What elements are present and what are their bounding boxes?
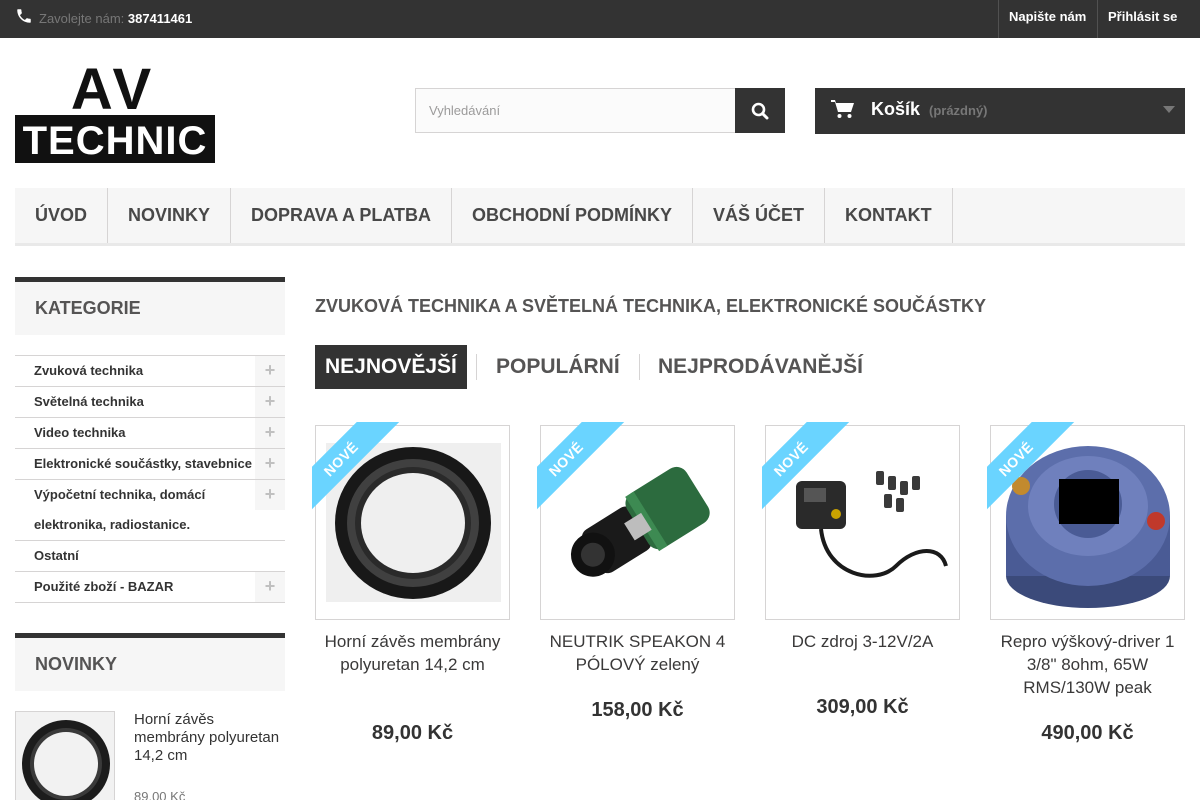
new-badge: NOVÉ: [537, 422, 627, 512]
product-name[interactable]: NEUTRIK SPEAKON 4 PÓLOVÝ zelený: [540, 630, 735, 676]
category-label: Ostatní: [34, 548, 79, 563]
category-label: Elektronické součástky, stavebnice: [34, 456, 252, 471]
category-item[interactable]: Ostatní: [15, 540, 285, 571]
new-badge-label: NOVÉ: [537, 422, 627, 512]
logo-line1: AV: [71, 59, 155, 122]
new-product-thumbnail[interactable]: [15, 711, 115, 800]
new-product-name[interactable]: Horní závěs membrány polyuretan 14,2 cm: [134, 711, 284, 765]
cart-button[interactable]: Košík (prázdný): [815, 88, 1185, 134]
new-badge: NOVÉ: [762, 422, 852, 512]
product-price: 309,00 Kč: [816, 696, 909, 718]
new-badge: NOVÉ: [987, 422, 1077, 512]
logo-graphic: AV TECHNIC: [15, 57, 215, 163]
login-link[interactable]: Přihlásit se: [1097, 0, 1185, 38]
new-product-item: Horní závěs membrány polyuretan 14,2 cm …: [15, 711, 285, 800]
contact-link[interactable]: Napište nám: [998, 0, 1094, 38]
tab-popular[interactable]: POPULÁRNÍ: [486, 345, 630, 389]
plus-icon[interactable]: +: [255, 480, 285, 510]
product-name[interactable]: Repro výškový-driver 1 3/8" 8ohm, 65W RM…: [990, 630, 1185, 699]
call-us-text: Zavolejte nám: 387411461: [39, 11, 192, 26]
new-badge-label: NOVÉ: [312, 422, 402, 512]
menu-item-home[interactable]: ÚVOD: [15, 188, 108, 243]
tab-newest[interactable]: NEJNOVĚJŠÍ: [315, 345, 467, 389]
category-label: Výpočetní technika, domácí elektronika, …: [34, 487, 206, 532]
category-item[interactable]: Elektronické součástky, stavebnice +: [15, 448, 285, 479]
menu-item-contact[interactable]: KONTAKT: [825, 188, 953, 243]
cart-icon: [831, 100, 854, 118]
site-logo[interactable]: AV TECHNIC: [15, 57, 215, 163]
tab-bestsellers[interactable]: NEJPRODÁVANĚJŠÍ: [648, 345, 873, 389]
new-badge-label: NOVÉ: [987, 422, 1077, 512]
product-name[interactable]: DC zdroj 3-12V/2A: [765, 630, 960, 653]
search-icon: [751, 102, 769, 120]
category-list: Zvuková technika + Světelná technika + V…: [15, 355, 285, 603]
tab-divider: [476, 354, 477, 380]
menu-item-terms[interactable]: OBCHODNÍ PODMÍNKY: [452, 188, 693, 243]
category-item[interactable]: Zvuková technika +: [15, 355, 285, 386]
rubber-surround-image: [16, 712, 114, 800]
plus-icon[interactable]: +: [255, 449, 285, 479]
new-products-title: NOVINKY: [15, 633, 285, 691]
menu-item-news[interactable]: NOVINKY: [108, 188, 231, 243]
plus-icon[interactable]: +: [255, 387, 285, 417]
call-label: Zavolejte nám:: [39, 11, 125, 26]
new-product-price: 89,00 Kč: [134, 789, 186, 800]
category-item[interactable]: Video technika +: [15, 417, 285, 448]
category-item[interactable]: Výpočetní technika, domácí elektronika, …: [15, 479, 285, 540]
plus-icon[interactable]: +: [255, 418, 285, 448]
product-name[interactable]: Horní závěs membrány polyuretan 14,2 cm: [315, 630, 510, 676]
menu-item-shipping-payment[interactable]: DOPRAVA A PLATBA: [231, 188, 452, 243]
logo-line2: TECHNIC: [23, 119, 208, 163]
category-label: Použité zboží - BAZAR: [34, 579, 174, 594]
category-item[interactable]: Použité zboží - BAZAR +: [15, 571, 285, 603]
category-label: Zvuková technika: [34, 363, 144, 378]
new-badge-label: NOVÉ: [762, 422, 852, 512]
categories-title: KATEGORIE: [15, 277, 285, 335]
category-label: Světelná technika: [34, 394, 144, 409]
product-price: 89,00 Kč: [371, 722, 454, 744]
search-input[interactable]: [415, 88, 736, 133]
cart-title: Košík: [871, 99, 921, 119]
product-price: 158,00 Kč: [591, 699, 684, 721]
plus-icon[interactable]: +: [255, 572, 285, 602]
phone-icon: [17, 9, 31, 23]
product-price: 490,00 Kč: [1041, 722, 1134, 744]
category-item[interactable]: Světelná technika +: [15, 386, 285, 417]
phone-number: 387411461: [127, 11, 193, 26]
page-heading: ZVUKOVÁ TECHNIKA A SVĚTELNÁ TECHNIKA, EL…: [315, 296, 987, 316]
main-menu: ÚVOD NOVINKY DOPRAVA A PLATBA OBCHODNÍ P…: [15, 188, 1185, 246]
new-badge: NOVÉ: [312, 422, 402, 512]
plus-icon[interactable]: +: [255, 356, 285, 386]
cart-status: (prázdný): [929, 103, 988, 118]
tab-divider: [639, 354, 640, 380]
category-label: Video technika: [34, 425, 126, 440]
top-bar: Zavolejte nám: 387411461 Napište nám Při…: [0, 0, 1200, 38]
menu-item-account[interactable]: VÁŠ ÚČET: [693, 188, 825, 243]
search-button[interactable]: [735, 88, 785, 133]
chevron-down-icon: [1163, 106, 1175, 113]
